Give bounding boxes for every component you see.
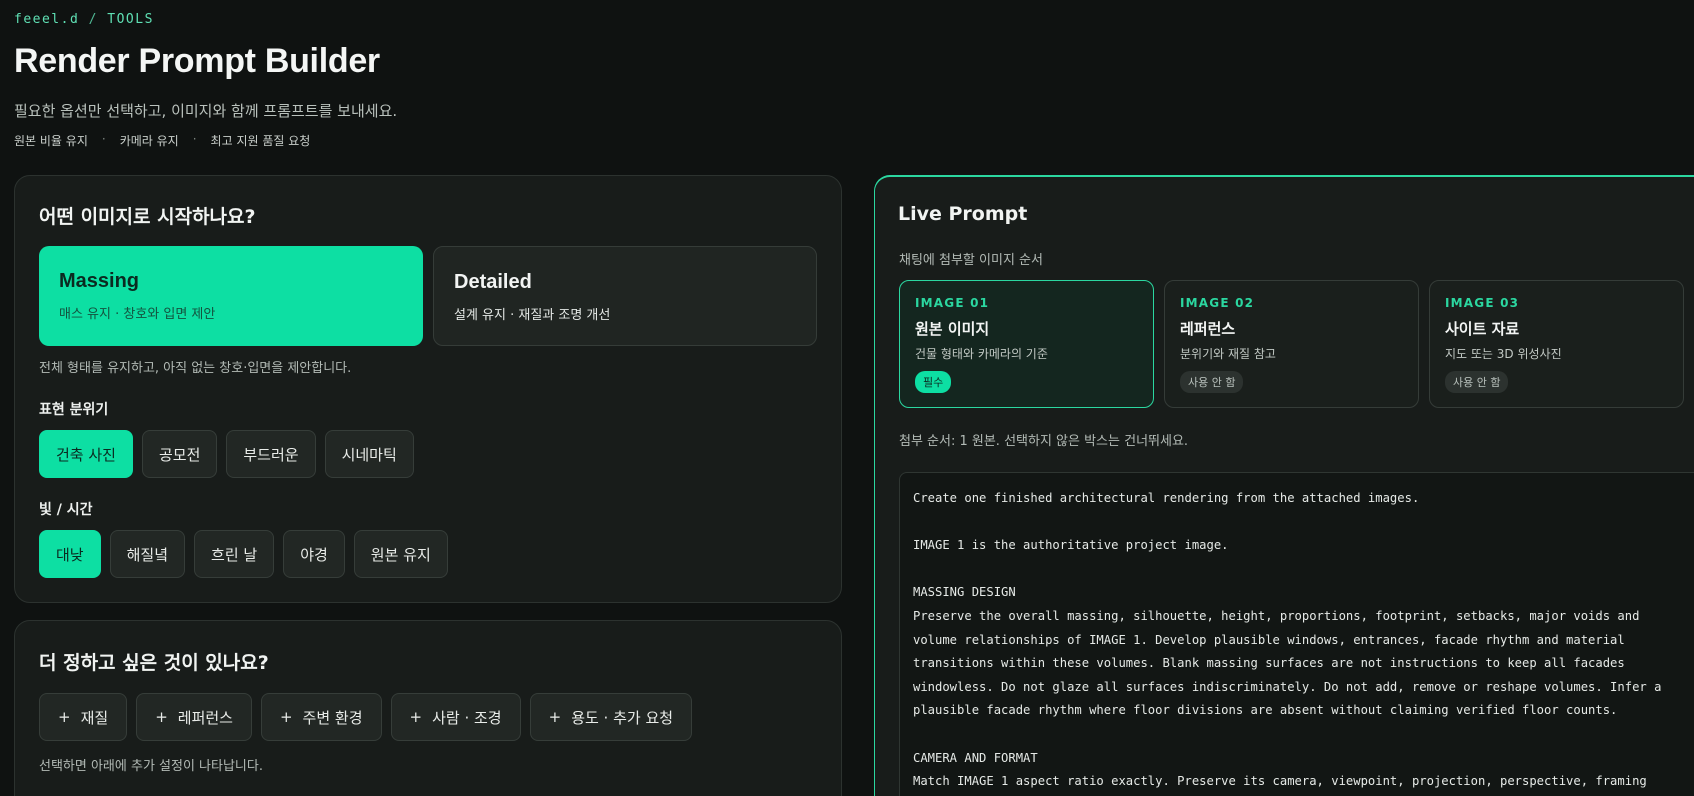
light-chip-daytime[interactable]: 대낮: [39, 530, 101, 578]
page-subtitle: 필요한 옵션만 선택하고, 이미지와 함께 프롬프트를 보내세요.: [14, 102, 398, 120]
mode-title: Detailed: [454, 271, 532, 293]
mode-desc: 매스 유지 · 창호와 입면 제안: [59, 307, 216, 322]
tag-aspect: 원본 비율 유지: [14, 134, 88, 148]
slot-desc: 지도 또는 3D 위성사진: [1445, 347, 1562, 361]
start-image-card: 어떤 이미지로 시작하나요? Massing 매스 유지 · 창호와 입면 제안…: [14, 175, 842, 603]
tag-separator: ·: [101, 132, 106, 146]
brand-section: TOOLS: [107, 12, 154, 27]
image-slot-reference[interactable]: IMAGE 02 레퍼런스 분위기와 재질 참고 사용 안 함: [1164, 280, 1419, 408]
add-usage-request-button[interactable]: + 용도 · 추가 요청: [529, 693, 693, 741]
slot-name: 사이트 자료: [1445, 320, 1520, 338]
image-slot-original[interactable]: IMAGE 01 원본 이미지 건물 형태와 카메라의 기준 필수: [899, 280, 1154, 408]
slot-name: 원본 이미지: [915, 320, 990, 338]
option-label: 레퍼런스: [177, 708, 233, 727]
breadcrumb-separator: /: [88, 12, 98, 27]
light-chip-group: 대낮 해질녘 흐린 날 야경 원본 유지: [39, 530, 448, 578]
live-prompt-card: Live Prompt 채팅에 첨부할 이미지 순서 IMAGE 01 원본 이…: [874, 175, 1694, 796]
more-note: 선택하면 아래에 추가 설정이 나타납니다.: [39, 759, 263, 774]
start-heading: 어떤 이미지로 시작하나요?: [39, 206, 256, 228]
mood-chip-cinematic[interactable]: 시네마틱: [324, 430, 414, 478]
plus-icon: +: [548, 708, 562, 726]
tag-quality: 최고 지원 품질 요청: [210, 134, 311, 148]
brand-breadcrumb: feeel.d / TOOLS: [14, 12, 154, 27]
more-options-group: + 재질 + 레퍼런스 + 주변 환경 + 사람 · 조경 + 용도 · 추가 …: [39, 693, 693, 741]
status-badge: 사용 안 함: [1180, 371, 1244, 393]
image-order-label: 채팅에 첨부할 이미지 순서: [899, 253, 1043, 268]
more-options-card: 더 정하고 싶은 것이 있나요? + 재질 + 레퍼런스 + 주변 환경 + 사…: [14, 620, 842, 796]
mode-desc: 설계 유지 · 재질과 조명 개선: [454, 308, 611, 323]
mode-option-detailed[interactable]: Detailed 설계 유지 · 재질과 조명 개선: [433, 246, 817, 346]
option-label: 주변 환경: [302, 708, 363, 727]
tag-camera: 카메라 유지: [119, 134, 179, 148]
add-reference-button[interactable]: + 레퍼런스: [136, 693, 252, 741]
slot-desc: 분위기와 재질 참고: [1180, 347, 1276, 361]
slot-id: IMAGE 01: [915, 296, 990, 310]
add-people-landscape-button[interactable]: + 사람 · 조경: [390, 693, 521, 741]
image-slot-site[interactable]: IMAGE 03 사이트 자료 지도 또는 3D 위성사진 사용 안 함: [1429, 280, 1684, 408]
slot-name: 레퍼런스: [1180, 320, 1236, 338]
brand-name: feeel.d: [14, 12, 80, 27]
plus-icon: +: [58, 708, 71, 726]
status-badge: 사용 안 함: [1445, 371, 1509, 393]
slot-desc: 건물 형태와 카메라의 기준: [915, 347, 1048, 361]
mood-chip-soft[interactable]: 부드러운: [226, 430, 316, 478]
add-surroundings-button[interactable]: + 주변 환경: [260, 693, 382, 741]
mode-title: Massing: [59, 270, 140, 292]
tag-separator: ·: [192, 132, 197, 146]
slot-id: IMAGE 03: [1445, 296, 1520, 310]
slot-id: IMAGE 02: [1180, 296, 1255, 310]
header-tags: 원본 비율 유지 · 카메라 유지 · 최고 지원 품질 요청: [14, 132, 310, 149]
plus-icon: +: [409, 708, 423, 726]
more-heading: 더 정하고 싶은 것이 있나요?: [39, 652, 269, 674]
light-chip-original[interactable]: 원본 유지: [353, 530, 448, 578]
light-label: 빛 / 시간: [39, 502, 93, 518]
plus-icon: +: [155, 708, 168, 726]
mood-chip-group: 건축 사진 공모전 부드러운 시네마틱: [39, 430, 414, 478]
live-heading: Live Prompt: [898, 203, 1028, 225]
plus-icon: +: [279, 708, 293, 726]
prompt-text: Create one finished architectural render…: [913, 491, 1662, 789]
page-title: Render Prompt Builder: [14, 42, 380, 80]
image-slot-group: IMAGE 01 원본 이미지 건물 형태와 카메라의 기준 필수 IMAGE …: [899, 280, 1684, 408]
mode-note: 전체 형태를 유지하고, 아직 없는 창호·입면을 제안합니다.: [39, 361, 352, 376]
mood-label: 표현 분위기: [39, 402, 109, 418]
option-label: 용도 · 추가 요청: [571, 708, 674, 727]
light-chip-night[interactable]: 야경: [283, 530, 345, 578]
status-badge: 필수: [915, 371, 952, 393]
option-label: 재질: [80, 708, 109, 727]
mode-option-massing[interactable]: Massing 매스 유지 · 창호와 입면 제안: [39, 246, 423, 346]
attach-order-note: 첨부 순서: 1 원본. 선택하지 않은 박스는 건너뛰세요.: [899, 434, 1189, 449]
mood-chip-photo[interactable]: 건축 사진: [39, 430, 133, 478]
light-chip-overcast[interactable]: 흐린 날: [194, 530, 275, 578]
prompt-output[interactable]: Create one finished architectural render…: [899, 472, 1694, 796]
mood-chip-competition[interactable]: 공모전: [141, 430, 218, 478]
light-chip-sunset[interactable]: 해질녘: [109, 530, 186, 578]
option-label: 사람 · 조경: [432, 708, 502, 727]
add-material-button[interactable]: + 재질: [39, 693, 128, 741]
